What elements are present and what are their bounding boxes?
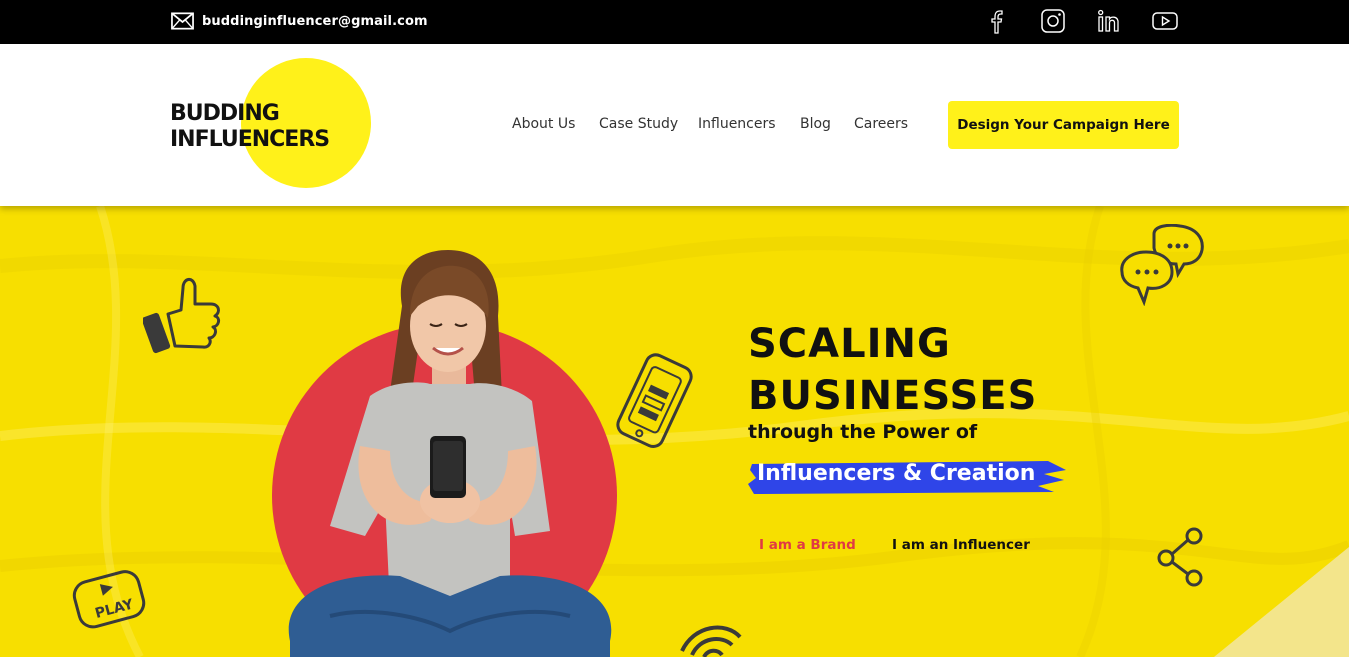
phone-doodle-icon [616,353,693,448]
hero-headline-line-2: BUSINESSES [748,373,1038,419]
facebook-link[interactable] [982,6,1012,36]
nav-case-study[interactable]: Case Study [599,116,678,132]
site-header: BUDDING INFLUENCERS About Us Case Study … [0,44,1349,206]
youtube-link[interactable] [1150,6,1180,36]
hero-headline-line-1: SCALING [748,321,951,367]
play-button-icon: PLAY [72,570,146,629]
mail-icon [171,12,194,30]
instagram-icon [1041,9,1065,33]
corner-accent [1214,547,1349,657]
hero-highlight: Influencers & Creation [757,461,1036,486]
wifi-icon [680,625,742,657]
linkedin-icon [1098,9,1119,32]
i-am-a-brand-button[interactable]: I am a Brand [759,537,856,553]
chat-bubbles-icon [1120,224,1204,306]
top-bar: buddinginfluencer@gmail.com [0,0,1349,44]
thumbs-up-icon [143,278,221,354]
nav-careers[interactable]: Careers [854,116,908,132]
woman-with-phone-image [288,250,612,657]
share-icon [1157,527,1203,587]
email-text: buddinginfluencer@gmail.com [202,13,428,29]
nav-influencers[interactable]: Influencers [698,116,776,132]
i-am-an-influencer-button[interactable]: I am an Influencer [892,537,1030,553]
logo-line-1: BUDDING [170,101,280,126]
instagram-link[interactable] [1038,6,1068,36]
design-campaign-button[interactable]: Design Your Campaign Here [948,101,1179,149]
logo[interactable]: BUDDING INFLUENCERS [170,101,330,153]
nav-about-us[interactable]: About Us [512,116,575,132]
nav-blog[interactable]: Blog [800,116,831,132]
youtube-icon [1152,12,1178,30]
email-contact[interactable]: buddinginfluencer@gmail.com [171,12,428,30]
facebook-icon [991,10,1003,34]
hero-section: PLAY SCALING BUSINESSES through the Powe… [0,206,1349,657]
logo-line-2: INFLUENCERS [170,127,330,152]
linkedin-link[interactable] [1094,6,1124,36]
hero-subline: through the Power of [748,421,978,443]
